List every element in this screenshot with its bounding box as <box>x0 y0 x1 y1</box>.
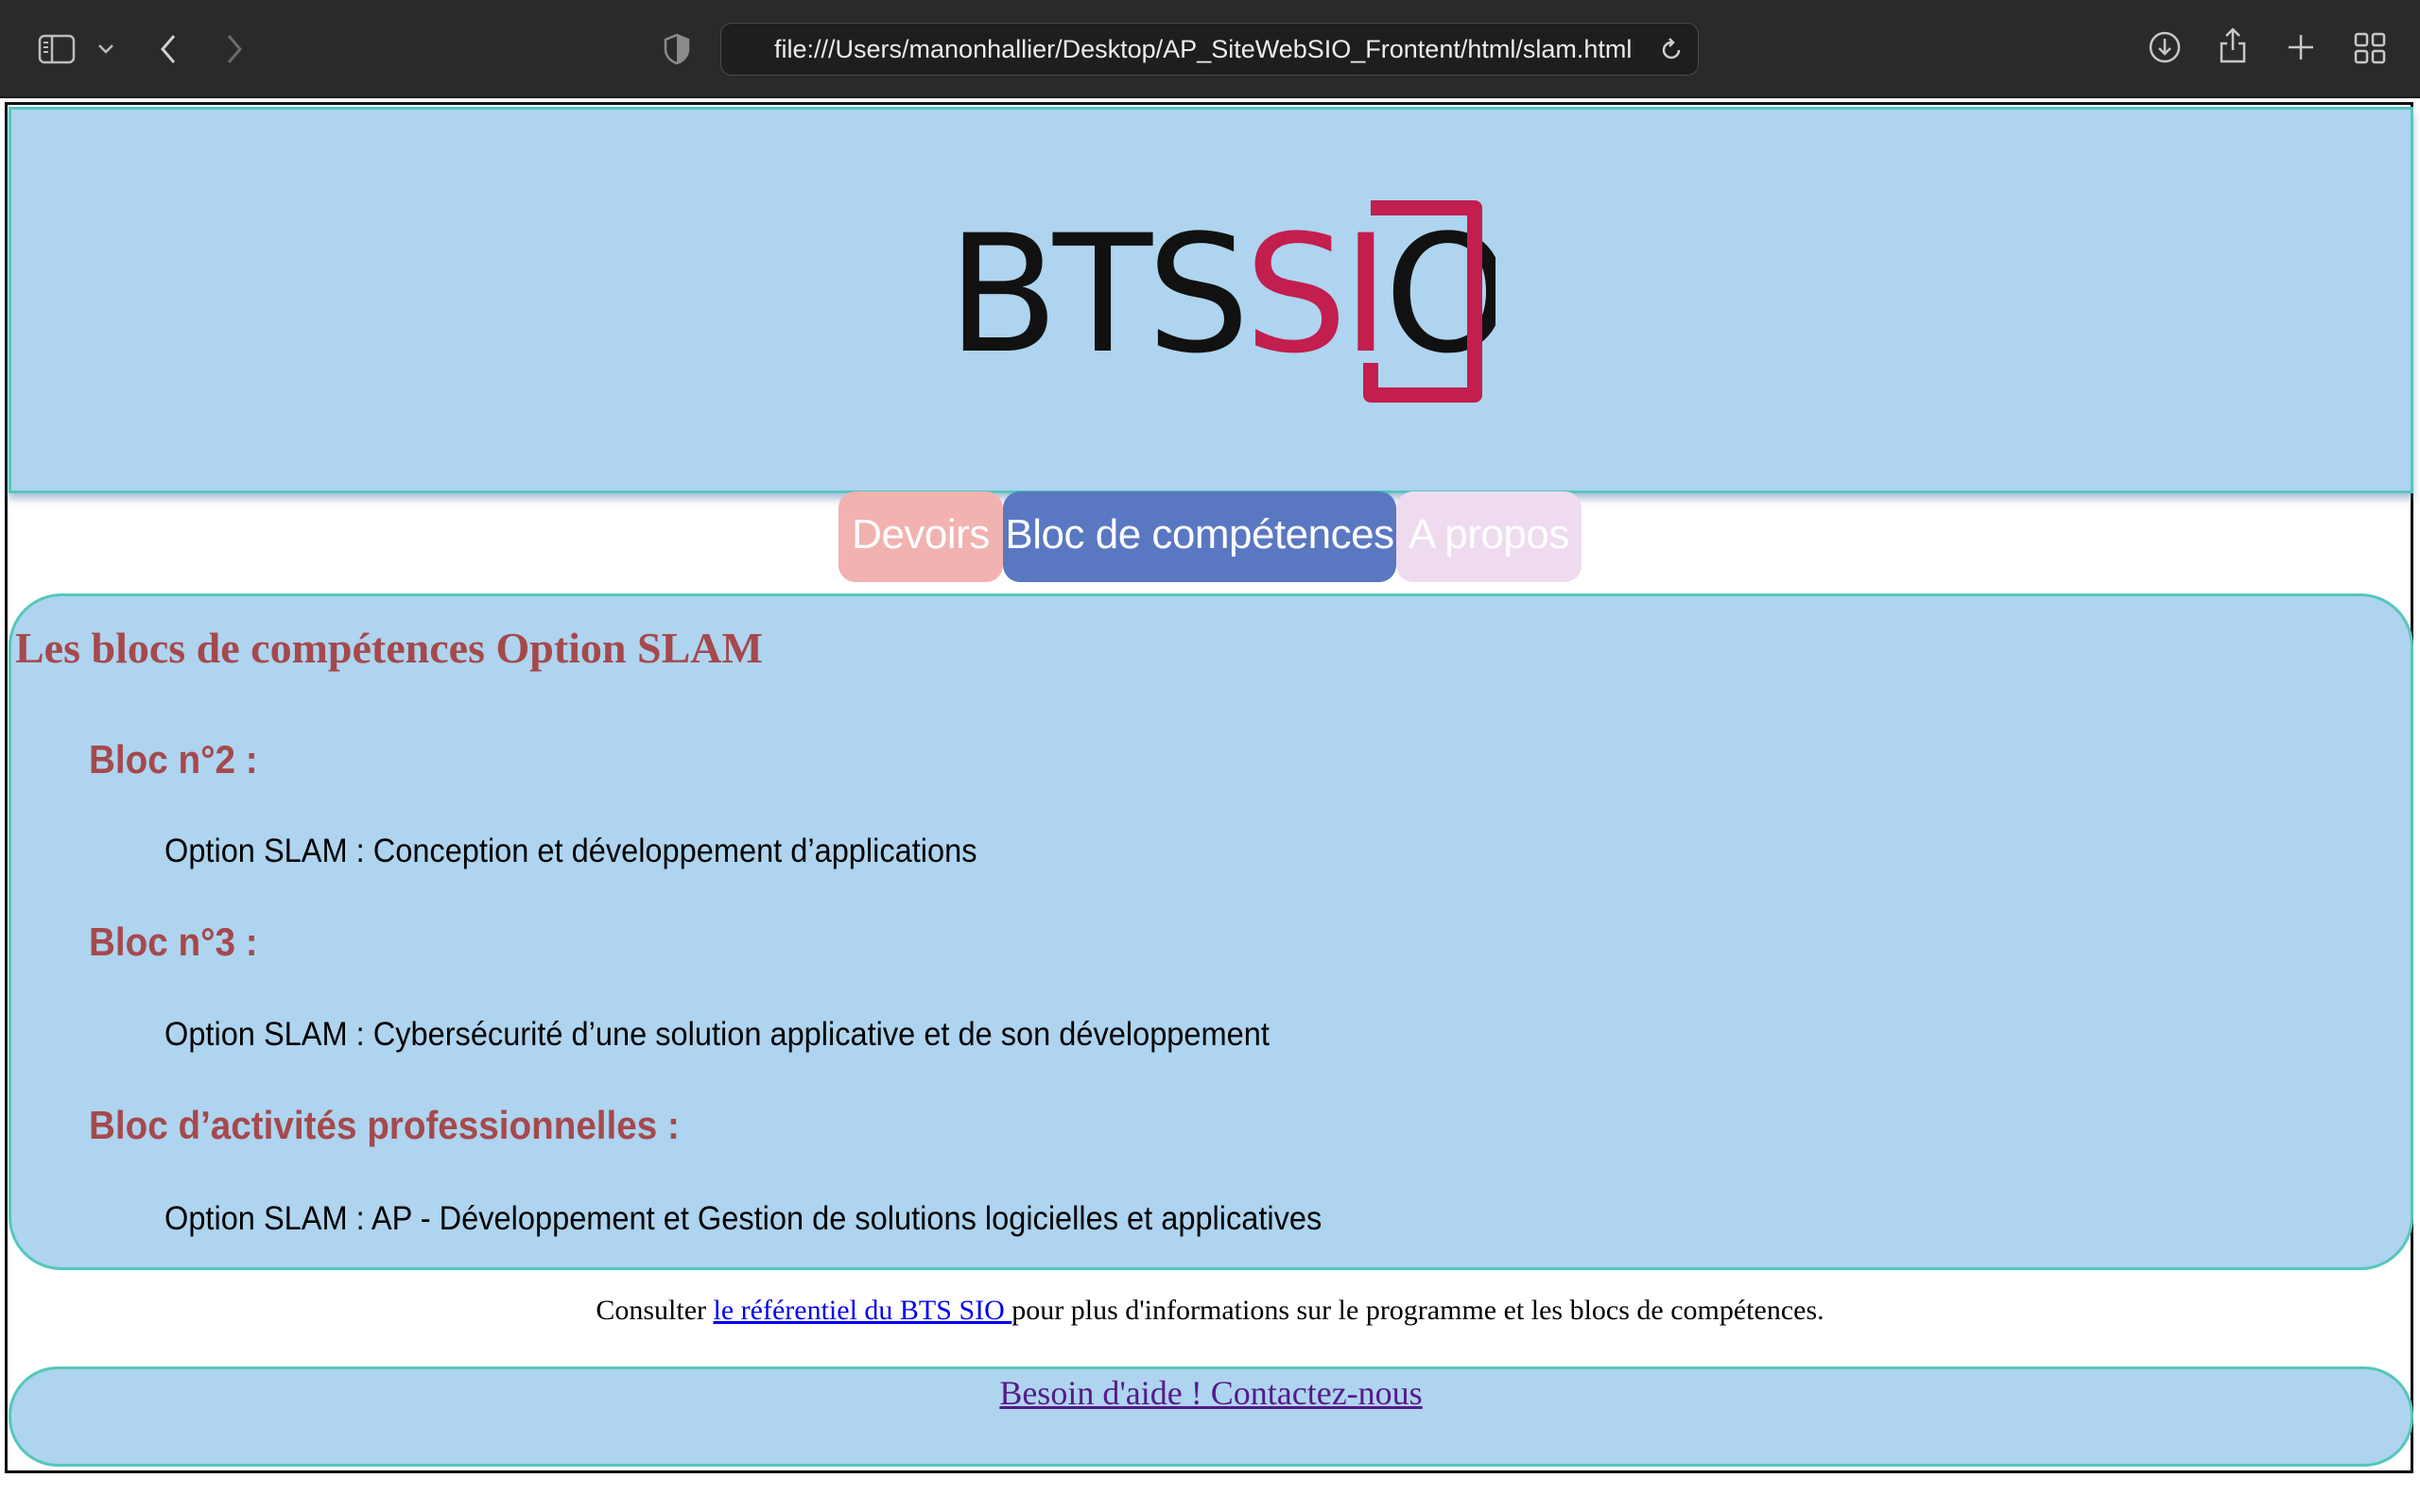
sidebar-toggle-icon[interactable] <box>38 34 76 64</box>
referentiel-note: Consulter le référentiel du BTS SIO pour… <box>0 1295 2420 1327</box>
forward-arrow-icon[interactable] <box>223 32 246 66</box>
site-footer: Besoin d'aide ! Contactez-nous <box>9 1366 2413 1467</box>
site-header: BTSSIO <box>9 107 2413 493</box>
privacy-shield-icon[interactable] <box>662 32 692 66</box>
download-icon[interactable] <box>2148 30 2182 64</box>
page-viewport: BTSSIO Devoirs Bloc de compétences A pro… <box>0 98 2420 1512</box>
consult-suffix: pour plus d'informations sur le programm… <box>1011 1295 1824 1326</box>
main-content: Les blocs de compétences Option SLAM Blo… <box>9 593 2413 1270</box>
bloc-heading: Bloc d’activités professionnelles : <box>89 1103 680 1147</box>
referentiel-link[interactable]: le référentiel du BTS SIO <box>714 1295 1012 1326</box>
back-arrow-icon[interactable] <box>157 32 180 66</box>
svg-text:BTSSIO: BTSSIO <box>947 200 1495 389</box>
tab-overview-icon[interactable] <box>2354 32 2386 64</box>
consult-prefix: Consulter <box>596 1295 714 1326</box>
nav-devoirs[interactable]: Devoirs <box>838 491 1003 582</box>
address-bar[interactable]: file:///Users/manonhallier/Desktop/AP_Si… <box>720 23 1699 76</box>
bloc-description: Option SLAM : Conception et développemen… <box>164 833 977 869</box>
new-tab-plus-icon[interactable] <box>2286 32 2316 62</box>
bloc-description: Option SLAM : AP - Développement et Gest… <box>164 1200 1322 1237</box>
bloc-heading: Bloc n°2 : <box>89 737 258 782</box>
url-text[interactable]: file:///Users/manonhallier/Desktop/AP_Si… <box>774 24 1632 75</box>
chevron-down-icon[interactable] <box>96 42 115 57</box>
bts-sio-logo: BTSSIO <box>947 200 1495 403</box>
share-icon[interactable] <box>2218 26 2248 64</box>
page-title: Les blocs de compétences Option SLAM <box>15 624 763 672</box>
bloc-heading: Bloc n°3 : <box>89 919 258 964</box>
reload-icon[interactable] <box>1658 37 1685 63</box>
contact-link[interactable]: Besoin d'aide ! Contactez-nous <box>999 1373 1422 1413</box>
bloc-description: Option SLAM : Cybersécurité d’une soluti… <box>164 1016 1270 1053</box>
browser-toolbar: file:///Users/manonhallier/Desktop/AP_Si… <box>0 0 2420 98</box>
nav-bloc-de-competences[interactable]: Bloc de compétences <box>1003 491 1396 582</box>
nav-a-propos[interactable]: A propos <box>1396 491 1582 582</box>
